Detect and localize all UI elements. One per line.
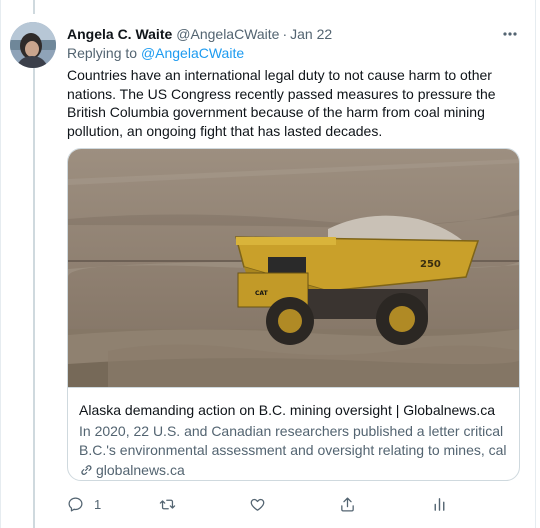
retweet-button[interactable] bbox=[159, 494, 186, 514]
card-title: Alaska demanding action on B.C. mining o… bbox=[79, 402, 496, 418]
card-description-line: B.C.'s environmental assessment and over… bbox=[79, 441, 507, 458]
reply-count: 1 bbox=[94, 496, 102, 512]
thread-line bbox=[33, 68, 35, 528]
card-description: In 2020, 22 U.S. and Canadian researcher… bbox=[79, 422, 507, 459]
avatar[interactable] bbox=[10, 22, 56, 68]
tweet-text: Countries have an international legal du… bbox=[67, 67, 496, 139]
truck-number: 250 bbox=[420, 259, 441, 270]
header-separator: · bbox=[282, 26, 288, 42]
card-divider bbox=[68, 387, 519, 388]
link-icon bbox=[81, 465, 92, 475]
frame-left-border bbox=[0, 0, 1, 528]
replying-label: Replying to bbox=[67, 45, 138, 61]
analytics-button[interactable] bbox=[431, 494, 448, 514]
tweet-header: Angela C. Waite @AngelaCWaite · Jan 22 bbox=[67, 25, 524, 43]
card-body: Alaska demanding action on B.C. mining o… bbox=[79, 401, 507, 478]
author-name[interactable]: Angela C. Waite bbox=[67, 26, 172, 42]
share-icon bbox=[341, 496, 354, 512]
card-image[interactable]: 250 CAT bbox=[68, 149, 519, 387]
card-domain-text: globalnews.ca bbox=[96, 462, 185, 478]
like-icon bbox=[250, 498, 265, 511]
frame-right-border bbox=[535, 0, 536, 528]
author-handle[interactable]: @AngelaCWaite bbox=[176, 26, 279, 42]
analytics-icon bbox=[434, 497, 445, 511]
thread-line-top bbox=[33, 0, 35, 14]
like-button[interactable] bbox=[249, 494, 276, 514]
card-description-line: In 2020, 22 U.S. and Canadian researcher… bbox=[79, 423, 507, 439]
reply-button[interactable]: 1 bbox=[67, 494, 101, 514]
share-button[interactable] bbox=[339, 494, 356, 514]
retweet-icon bbox=[159, 499, 176, 509]
replying-to: Replying to @AngelaCWaite bbox=[67, 45, 244, 61]
truck-brand: CAT bbox=[255, 290, 269, 297]
tweet-timestamp[interactable]: Jan 22 bbox=[290, 26, 332, 42]
reply-icon bbox=[68, 496, 83, 512]
link-card[interactable]: 250 CAT Alaska demanding action on B.C. … bbox=[67, 148, 520, 481]
card-domain: globalnews.ca bbox=[79, 462, 507, 478]
more-icon[interactable] bbox=[500, 25, 520, 43]
action-bar: 1 bbox=[67, 494, 467, 514]
replying-to-link[interactable]: @AngelaCWaite bbox=[141, 45, 244, 61]
